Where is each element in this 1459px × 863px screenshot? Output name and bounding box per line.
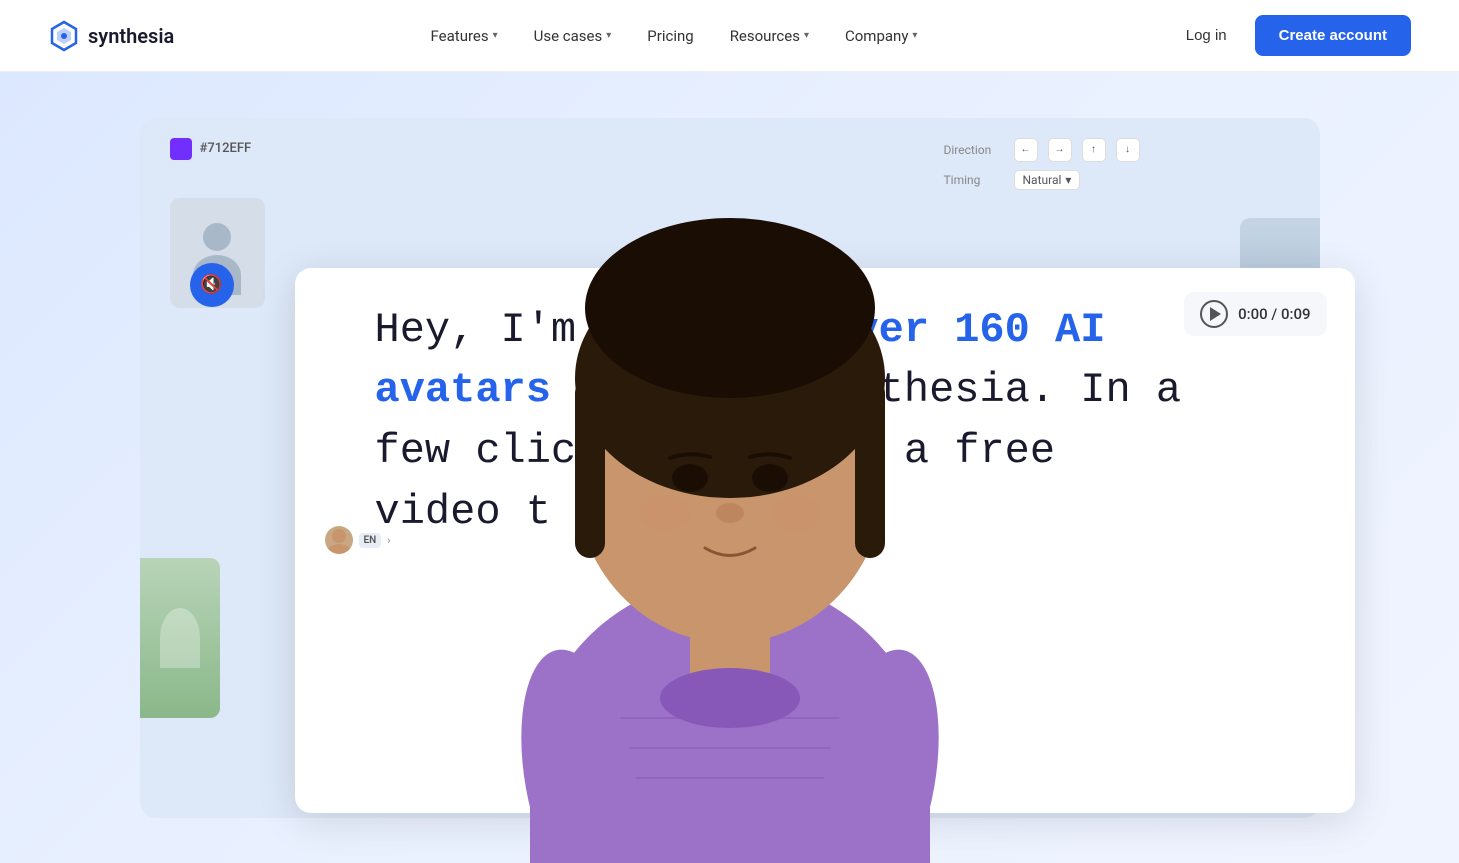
left-side-avatar bbox=[140, 558, 220, 718]
use-cases-chevron-icon: ▾ bbox=[606, 30, 611, 41]
logo[interactable]: synthesia bbox=[48, 20, 174, 52]
text-part-3b: create a free bbox=[727, 427, 1055, 475]
mute-button[interactable]: 🔇 bbox=[190, 263, 234, 307]
features-chevron-icon: ▾ bbox=[493, 30, 498, 41]
controls-area: Direction ← → ↑ ↓ Timing Natural ▾ bbox=[944, 138, 1140, 190]
timing-chevron-icon: ▾ bbox=[1065, 173, 1071, 187]
text-part-4: video t bbox=[375, 488, 551, 536]
mute-icon: 🔇 bbox=[200, 274, 222, 295]
mockup-container: #712EFF Direction ← → ↑ ↓ Timing Natural… bbox=[140, 118, 1320, 818]
text-part-1: Hey, I'm bbox=[375, 306, 602, 354]
text-editor-panel: 0:00 / 0:09 EN › Hey, I'm bbox=[295, 268, 1355, 813]
direction-down-button[interactable]: ↓ bbox=[1116, 138, 1140, 162]
color-swatch bbox=[170, 138, 192, 160]
nav-resources[interactable]: Resources ▾ bbox=[716, 19, 823, 53]
nav-actions: Log in Create account bbox=[1174, 15, 1411, 56]
direction-right-button[interactable]: → bbox=[1048, 138, 1072, 162]
text-part-3: few clicks bbox=[375, 427, 627, 475]
speaker-avatar bbox=[325, 526, 353, 554]
speaker-avatar-icon bbox=[325, 526, 353, 554]
company-chevron-icon: ▾ bbox=[912, 30, 917, 41]
timing-select[interactable]: Natural ▾ bbox=[1014, 170, 1081, 190]
hero-text-block: Hey, I'm ████████ over 160 AI avatars av… bbox=[375, 300, 1335, 544]
nav-features[interactable]: Features ▾ bbox=[417, 19, 512, 53]
resources-chevron-icon: ▾ bbox=[804, 30, 809, 41]
direction-row: Direction ← → ↑ ↓ bbox=[944, 138, 1140, 162]
text-highlight-160-ai: over 160 AI bbox=[828, 306, 1105, 354]
nav-pricing[interactable]: Pricing bbox=[633, 19, 707, 53]
nav-company[interactable]: Company ▾ bbox=[831, 19, 931, 53]
navbar: synthesia Features ▾ Use cases ▾ Pricing… bbox=[0, 0, 1459, 72]
text-part-4b: ne. bbox=[702, 488, 778, 536]
color-hex-label: #712EFF bbox=[200, 141, 252, 156]
nav-use-cases[interactable]: Use cases ▾ bbox=[520, 19, 626, 53]
direction-label: Direction bbox=[944, 143, 1004, 157]
timing-label: Timing bbox=[944, 173, 1004, 187]
direction-left-button[interactable]: ← bbox=[1014, 138, 1038, 162]
create-account-button[interactable]: Create account bbox=[1255, 15, 1411, 56]
timing-value: Natural bbox=[1023, 173, 1062, 187]
color-swatch-area: #712EFF bbox=[170, 138, 252, 160]
text-panel-inner: 0:00 / 0:09 EN › Hey, I'm bbox=[295, 268, 1355, 813]
text-highlight-avatars: avatars bbox=[375, 366, 551, 414]
hero-section: #712EFF Direction ← → ↑ ↓ Timing Natural… bbox=[0, 72, 1459, 863]
text-part-2b: n Synthesia. In a bbox=[753, 366, 1181, 414]
timing-row: Timing Natural ▾ bbox=[944, 170, 1140, 190]
text-cursor bbox=[778, 491, 781, 533]
text-highlight-av: av bbox=[576, 366, 626, 414]
login-button[interactable]: Log in bbox=[1174, 19, 1239, 52]
logo-icon bbox=[48, 20, 80, 52]
nav-links: Features ▾ Use cases ▾ Pricing Resources… bbox=[417, 19, 932, 53]
direction-up-button[interactable]: ↑ bbox=[1082, 138, 1106, 162]
logo-text: synthesia bbox=[88, 24, 174, 48]
